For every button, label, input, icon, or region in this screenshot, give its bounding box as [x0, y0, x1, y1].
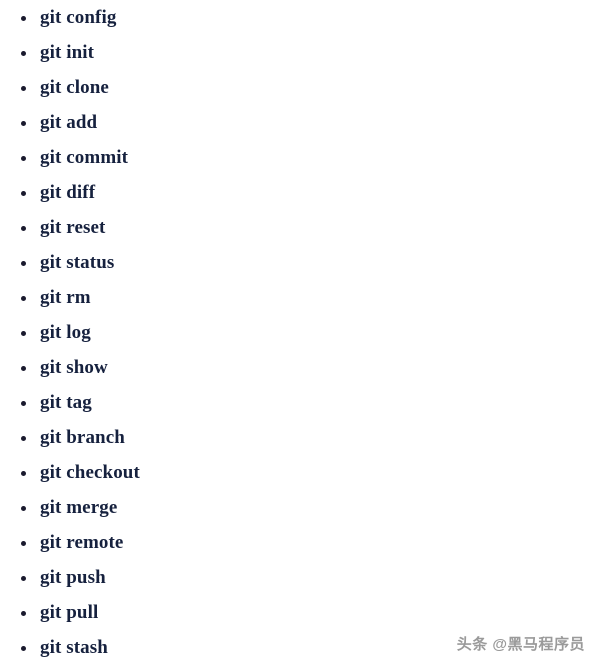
bullet-icon — [21, 296, 26, 301]
bullet-icon — [21, 156, 26, 161]
bullet-icon — [21, 366, 26, 371]
list-item: git rm — [0, 280, 594, 315]
list-item: git diff — [0, 175, 594, 210]
bullet-icon — [21, 191, 26, 196]
list-item: git add — [0, 105, 594, 140]
list-item-label: git merge — [40, 497, 118, 518]
bullet-icon — [21, 401, 26, 406]
list-item: git clone — [0, 70, 594, 105]
list-item-label: git branch — [40, 427, 125, 448]
bullet-icon — [21, 261, 26, 266]
bullet-icon — [21, 51, 26, 56]
list-item: git merge — [0, 490, 594, 525]
bullet-icon — [21, 436, 26, 441]
list-item: git checkout — [0, 455, 594, 490]
list-item-label: git diff — [40, 182, 96, 203]
list-item-label: git status — [40, 252, 115, 273]
list-item-label: git remote — [40, 532, 124, 553]
list-item-label: git tag — [40, 392, 92, 413]
list-item-label: git reset — [40, 217, 106, 238]
bullet-icon — [21, 611, 26, 616]
bullet-icon — [21, 226, 26, 231]
list-item: git remote — [0, 525, 594, 560]
list-item-label: git init — [40, 42, 95, 63]
list-item-label: git push — [40, 567, 106, 588]
list-item-label: git checkout — [40, 462, 140, 483]
git-command-list: git config git init git clone git add git co… — [0, 0, 594, 665]
list-item-label: git commit — [40, 147, 129, 168]
bullet-icon — [21, 121, 26, 126]
list-item: git branch — [0, 420, 594, 455]
list-item: git status — [0, 245, 594, 280]
list-item-label: git show — [40, 357, 108, 378]
list-item: git init — [0, 35, 594, 70]
list-item: git pull — [0, 595, 594, 630]
bullet-icon — [21, 576, 26, 581]
list-item: git config — [0, 0, 594, 35]
bullet-icon — [21, 331, 26, 336]
list-item-label: git pull — [40, 602, 99, 623]
list-item: git tag — [0, 385, 594, 420]
bullet-icon — [21, 646, 26, 651]
watermark: 头条 @黑马程序员 — [456, 636, 585, 653]
list-item-label: git stash — [40, 637, 108, 658]
list-item-label: git clone — [40, 77, 109, 98]
list-item: git commit — [0, 140, 594, 175]
list-item-label: git config — [40, 7, 117, 28]
list-item-label: git rm — [40, 287, 91, 308]
list-item: git reset — [0, 210, 594, 245]
list-item-label: git add — [40, 112, 98, 133]
bullet-icon — [21, 16, 26, 21]
list-item-label: git log — [40, 322, 91, 343]
bullet-icon — [21, 541, 26, 546]
bullet-icon — [21, 86, 26, 91]
list-item: git log — [0, 315, 594, 350]
bullet-icon — [21, 471, 26, 476]
list-item: git push — [0, 560, 594, 595]
bullet-icon — [21, 506, 26, 511]
list-item: git show — [0, 350, 594, 385]
